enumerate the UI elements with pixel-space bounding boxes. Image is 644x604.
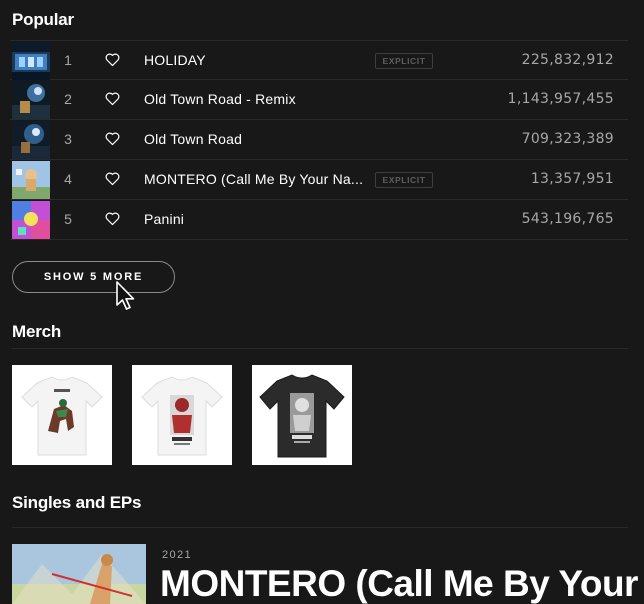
explicit-badge: EXPLICIT (375, 172, 433, 188)
track-number: 4 (64, 171, 72, 187)
heart-outline-icon[interactable] (104, 130, 121, 147)
play-count: 1,143,957,455 (507, 91, 614, 107)
play-count: 709,323,389 (521, 131, 614, 147)
merch-item[interactable] (12, 365, 112, 465)
track-cover-art (12, 81, 50, 119)
track-cover-art (12, 42, 50, 80)
single-year: 2021 (162, 549, 193, 561)
tshirt-black-portrait-image (252, 365, 352, 465)
tshirt-white-horse-image (12, 365, 112, 465)
artist-page: Popular 1 HOLIDAY EXPLICIT 225,832,912 2… (0, 0, 644, 604)
single-cover-art[interactable] (12, 544, 146, 604)
track-title[interactable]: Old Town Road - Remix (144, 91, 296, 107)
track-title[interactable]: HOLIDAY (144, 52, 206, 68)
section-divider (12, 348, 628, 349)
heart-outline-icon[interactable] (104, 90, 121, 107)
popular-heading: Popular (12, 10, 74, 29)
play-count: 225,832,912 (521, 52, 614, 68)
track-row[interactable]: 1 HOLIDAY EXPLICIT 225,832,912 (10, 40, 628, 80)
track-row[interactable]: 2 Old Town Road - Remix 1,143,957,455 (10, 80, 628, 120)
track-title[interactable]: MONTERO (Call Me By Your Na... (144, 171, 363, 187)
explicit-badge: EXPLICIT (375, 53, 433, 69)
merch-item[interactable] (132, 365, 232, 465)
track-cover-art (12, 121, 50, 159)
show-more-button[interactable]: SHOW 5 MORE (12, 261, 175, 293)
track-row[interactable]: 4 MONTERO (Call Me By Your Na... EXPLICI… (10, 160, 628, 200)
merch-item[interactable] (252, 365, 352, 465)
play-count: 543,196,765 (521, 211, 614, 227)
track-cover-art (12, 161, 50, 199)
track-number: 1 (64, 52, 72, 68)
track-title[interactable]: Panini (144, 211, 184, 227)
single-title[interactable]: MONTERO (Call Me By Your N (160, 563, 644, 604)
track-cover-art (12, 201, 50, 239)
track-number: 2 (64, 91, 72, 107)
merch-heading: Merch (12, 322, 62, 341)
track-number: 5 (64, 211, 72, 227)
singles-heading: Singles and EPs (12, 493, 142, 512)
track-row[interactable]: 5 Panini 543,196,765 (10, 200, 628, 240)
section-divider (12, 527, 628, 528)
heart-outline-icon[interactable] (104, 51, 121, 68)
mouse-pointer-icon (116, 281, 135, 310)
play-count: 13,357,951 (530, 171, 614, 187)
track-number: 3 (64, 131, 72, 147)
track-title[interactable]: Old Town Road (144, 131, 242, 147)
heart-outline-icon[interactable] (104, 170, 121, 187)
track-row[interactable]: 3 Old Town Road 709,323,389 (10, 120, 628, 160)
popular-tracks-list: 1 HOLIDAY EXPLICIT 225,832,912 2 Old Tow… (10, 40, 628, 240)
tshirt-white-portrait-image (132, 365, 232, 465)
heart-outline-icon[interactable] (104, 210, 121, 227)
